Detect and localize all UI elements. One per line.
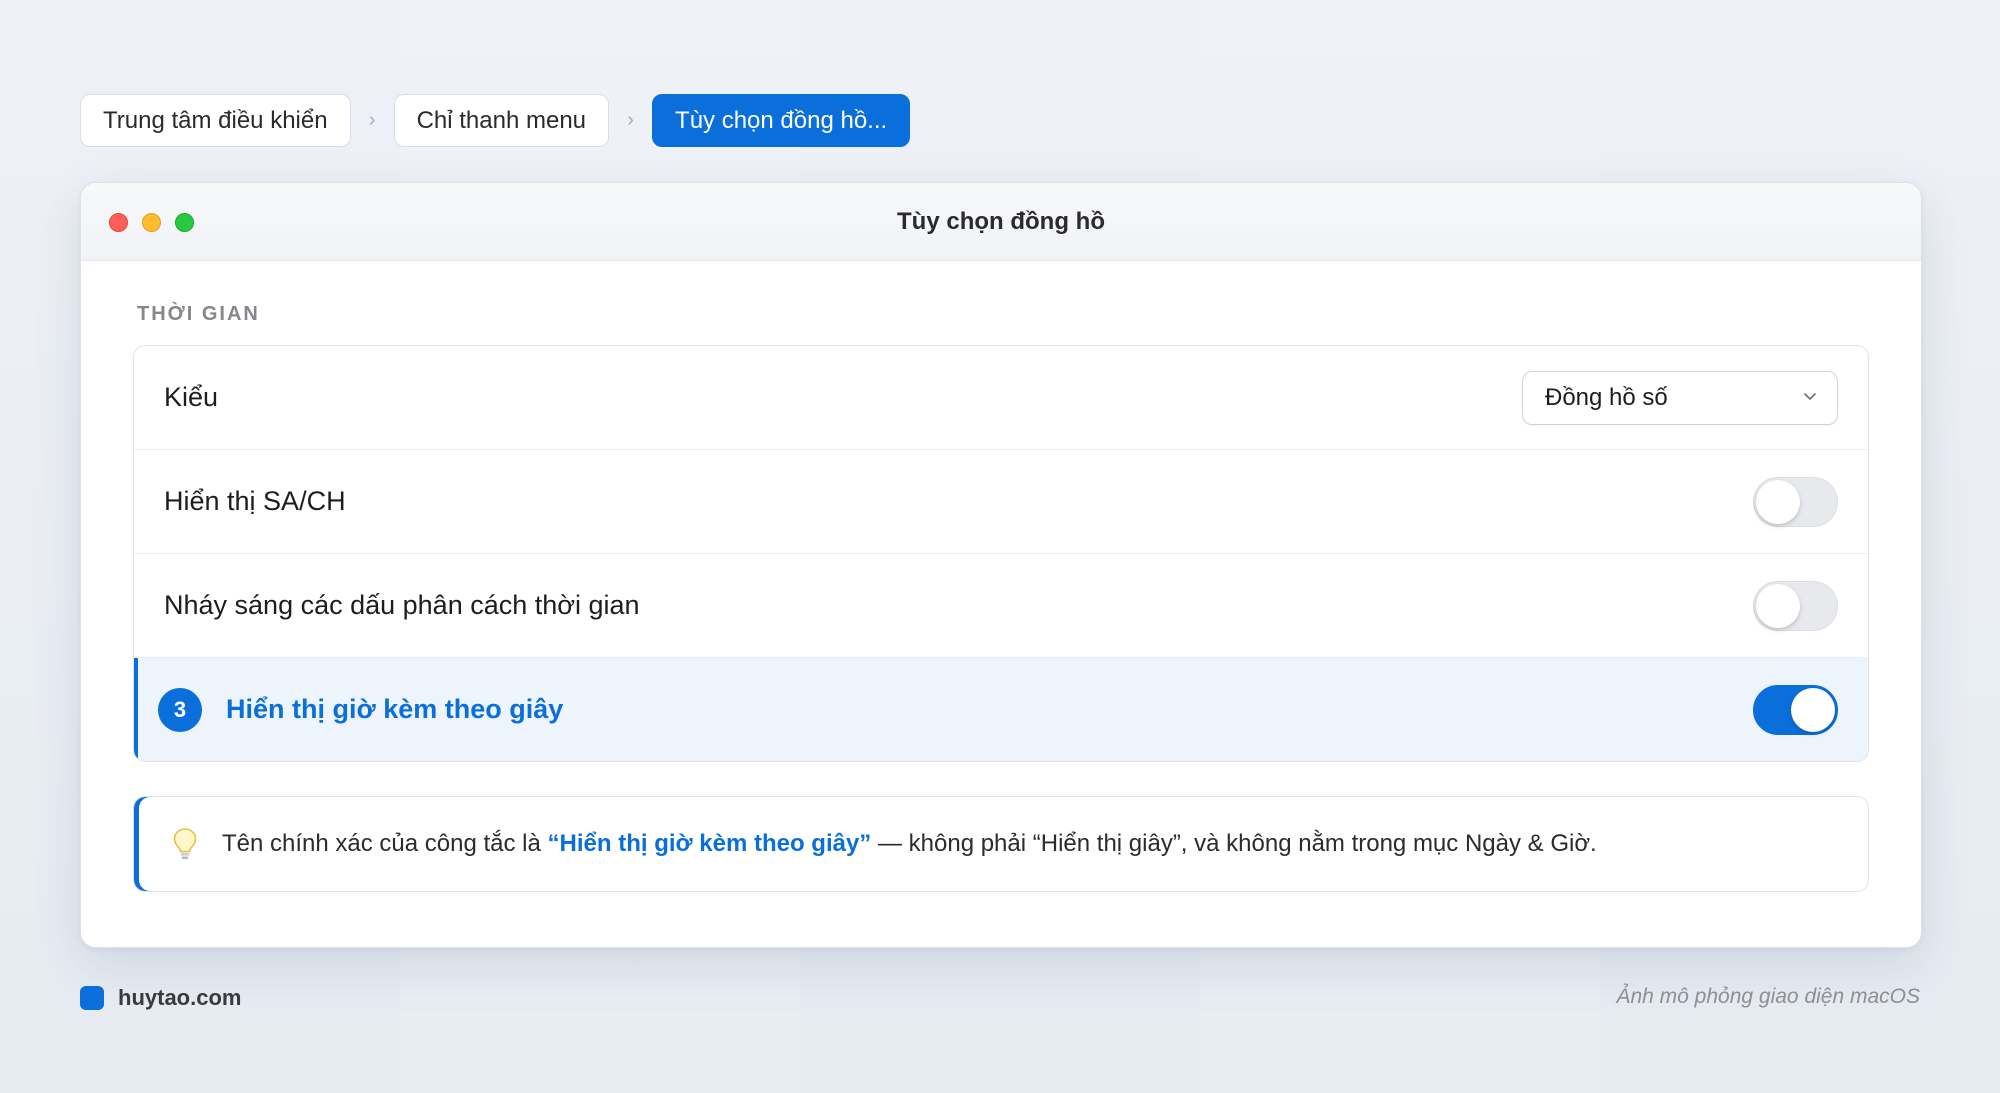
brand-name: huytao.com [118, 985, 242, 1010]
footer-note: Ảnh mô phỏng giao diện macOS [1616, 985, 1920, 1008]
window-title: Tùy chọn đồng hồ [897, 208, 1105, 235]
setting-row-flash-separators: Nháy sáng các dấu phân cách thời gian [134, 554, 1868, 658]
setting-label-flash-separators: Nháy sáng các dấu phân cách thời gian [164, 590, 640, 620]
window-content: THỜI GIAN Kiểu Đồng hồ số Hiển thị SA/CH [81, 303, 1921, 892]
breadcrumb-item-label: Tùy chọn đồng hồ... [675, 106, 888, 134]
breadcrumb-separator: › [627, 109, 634, 131]
breadcrumb-item-clock-options[interactable]: Tùy chọn đồng hồ... [652, 94, 911, 147]
breadcrumb-item-control-center[interactable]: Trung tâm điều khiển [80, 94, 351, 147]
window-titlebar: Tùy chọn đồng hồ [81, 183, 1921, 261]
toggle-knob [1791, 687, 1835, 732]
tip-text-highlight: “Hiển thị giờ kèm theo giây” [547, 830, 872, 857]
section-label-time: THỜI GIAN [137, 303, 260, 325]
footer-brand: huytao.com [80, 985, 241, 1011]
clock-options-window: Tùy chọn đồng hồ THỜI GIAN Kiểu Đồng hồ … [80, 182, 1922, 948]
toggle-knob [1756, 583, 1800, 628]
flash-separators-toggle[interactable] [1753, 580, 1838, 631]
clock-style-select-value: Đồng hồ số [1545, 383, 1668, 411]
setting-label-show-am-pm: Hiển thị SA/CH [164, 486, 346, 516]
chevron-down-icon [1803, 389, 1817, 407]
step-number-badge: 3 [158, 687, 202, 732]
show-seconds-toggle[interactable] [1753, 684, 1838, 735]
clock-style-select[interactable]: Đồng hồ số [1522, 370, 1838, 425]
tip-text-suffix: — không phải “Hiển thị giây”, và không n… [871, 830, 1597, 857]
toggle-knob [1756, 479, 1800, 524]
setting-label-show-seconds: Hiển thị giờ kèm theo giây [226, 694, 564, 724]
show-am-pm-toggle[interactable] [1753, 476, 1838, 527]
tip-text-prefix: Tên chính xác của công tắc là [222, 830, 548, 857]
breadcrumb-item-label: Trung tâm điều khiển [103, 106, 328, 134]
setting-row-style: Kiểu Đồng hồ số [134, 346, 1868, 450]
breadcrumb: Trung tâm điều khiển › Chỉ thanh menu › … [80, 93, 911, 148]
setting-label-style: Kiểu [164, 382, 219, 412]
tip-text: Tên chính xác của công tắc là “Hiển thị … [222, 830, 1597, 858]
setting-row-show-seconds: 3 Hiển thị giờ kèm theo giây [134, 658, 1868, 761]
tip-callout: Tên chính xác của công tắc là “Hiển thị … [133, 796, 1869, 892]
breadcrumb-item-label: Chỉ thanh menu [416, 106, 587, 134]
brand-logo-icon [80, 986, 104, 1010]
breadcrumb-separator: › [368, 109, 376, 131]
setting-row-show-am-pm: Hiển thị SA/CH [134, 450, 1868, 554]
breadcrumb-item-menu-bar-only[interactable]: Chỉ thanh menu [393, 94, 610, 147]
settings-group: Kiểu Đồng hồ số Hiển thị SA/CH Nháy sáng… [133, 345, 1869, 762]
lightbulb-icon [170, 826, 200, 862]
